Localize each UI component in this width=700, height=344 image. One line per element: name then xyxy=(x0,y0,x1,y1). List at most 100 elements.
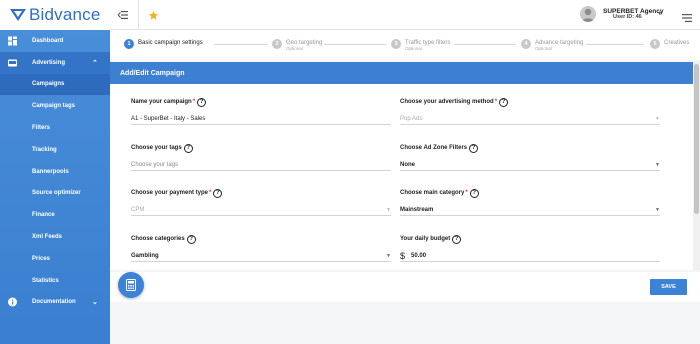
brand-logo[interactable]: Bidvance xyxy=(0,0,110,30)
field-label: Name your campaign xyxy=(131,99,192,105)
help-icon[interactable]: ? xyxy=(186,234,196,244)
step-connector xyxy=(586,44,644,45)
save-button[interactable]: SAVE xyxy=(650,279,687,295)
sidebar-item-label: Campaign tags xyxy=(32,103,76,110)
sidebar-item-prices[interactable]: Prices xyxy=(0,248,110,270)
step-label: Advance targeting xyxy=(535,39,584,46)
help-icon[interactable]: ? xyxy=(213,188,223,198)
favorites-button[interactable] xyxy=(142,4,164,26)
campaign-name-field: Name your campaign *? A1 - SuperBet - Ita… xyxy=(131,97,391,125)
sidebar-item-source-optimizer[interactable]: Source optimizer xyxy=(0,183,110,205)
field-label: Choose main category xyxy=(400,190,465,196)
tags-field: Choose your tags? Choose your tags xyxy=(131,143,391,171)
info-icon xyxy=(8,297,17,307)
sidebar-item-finance[interactable]: Finance xyxy=(0,204,110,226)
caret-down-icon: ▼ xyxy=(655,116,660,122)
daily-budget-field: Your daily budget? $50.00 xyxy=(400,234,660,262)
sidebar-item-tracking[interactable]: Tracking xyxy=(0,139,110,161)
user-avatar-icon xyxy=(582,8,594,22)
panel-title: Add/Edit Campaign xyxy=(110,62,693,84)
help-icon[interactable]: ? xyxy=(452,234,462,244)
help-icon[interactable]: ? xyxy=(469,143,479,153)
sidebar: Bidvance Dashboard Advertising ⌃ Campaig… xyxy=(0,0,110,344)
form-footer xyxy=(110,272,700,302)
dashboard-icon xyxy=(8,36,17,46)
campaign-form-panel: Add/Edit Campaign Name your campaign *? A… xyxy=(110,62,693,270)
step-creatives[interactable]: 5 Creatives xyxy=(650,39,689,49)
calculator-button[interactable] xyxy=(118,272,144,298)
field-value: None xyxy=(400,162,415,168)
sidebar-item-bannerpools[interactable]: Bannerpools xyxy=(0,161,110,183)
sidebar-item-label: Tracking xyxy=(32,146,57,153)
caret-down-icon: ▼ xyxy=(655,207,660,213)
field-value: Pop Ads xyxy=(400,116,423,122)
user-id: User ID: 46 xyxy=(613,14,642,20)
main-category-field: Choose main category *? Mainstream ▼ xyxy=(400,188,660,216)
step-geo-targeting[interactable]: 2 Geo targeting Optional xyxy=(272,39,322,51)
daily-budget-input[interactable]: $50.00 xyxy=(400,251,660,262)
step-connector xyxy=(214,44,268,45)
sidebar-item-label: Xml Feeds xyxy=(32,234,63,241)
caret-down-icon: ▼ xyxy=(655,162,660,168)
sidebar-item-label: Advertising xyxy=(32,59,66,66)
payment-type-select[interactable]: CPM ▼ xyxy=(131,205,391,216)
categories-select[interactable]: Gambling ▼ xyxy=(131,251,391,262)
required-marker: * xyxy=(494,99,498,105)
sidebar-item-dashboard[interactable]: Dashboard xyxy=(0,30,110,52)
calculator-icon xyxy=(126,279,136,291)
chevron-up-icon: ⌃ xyxy=(92,59,98,67)
step-label: Traffic type filters xyxy=(405,39,451,46)
ad-zone-filters-select[interactable]: None ▼ xyxy=(400,160,660,171)
step-label: Geo targeting xyxy=(286,39,323,46)
sidebar-item-statistics[interactable]: Statistics xyxy=(0,270,110,292)
bidvance-logo-icon xyxy=(10,9,26,21)
hamburger-icon xyxy=(682,14,692,22)
menu-button[interactable] xyxy=(682,9,692,27)
step-label: Creatives xyxy=(664,39,690,46)
step-connector xyxy=(324,44,386,45)
field-label: Choose categories xyxy=(131,236,185,242)
sidebar-item-documentation[interactable]: Documentation ⌄ xyxy=(0,292,110,314)
brand-name: Bidvance xyxy=(29,5,101,24)
step-sublabel: Optional xyxy=(286,45,303,51)
sidebar-nav: Dashboard Advertising ⌃ Campaigns Campai… xyxy=(0,30,110,313)
step-number: 4 xyxy=(521,39,531,49)
caret-down-icon: ▼ xyxy=(386,207,391,213)
help-icon[interactable]: ? xyxy=(499,97,509,107)
sidebar-item-label: Dashboard xyxy=(32,37,64,44)
help-icon[interactable]: ? xyxy=(183,143,193,153)
step-traffic-type-filters[interactable]: 3 Traffic type filters Optional xyxy=(391,39,450,51)
step-sublabel: Optional xyxy=(405,45,422,51)
sidebar-item-label: Campaigns xyxy=(32,81,65,88)
campaign-name-input[interactable]: A1 - SuperBet - Italy - Sales xyxy=(131,114,391,125)
help-icon[interactable]: ? xyxy=(469,188,479,198)
collapse-sidebar-button[interactable] xyxy=(112,4,134,26)
form-scrollbar[interactable] xyxy=(693,62,700,270)
field-placeholder: Choose your tags xyxy=(131,162,179,168)
step-number: 2 xyxy=(272,39,282,49)
avatar[interactable] xyxy=(580,6,596,22)
step-number: 5 xyxy=(650,39,660,49)
field-label: Choose your payment type xyxy=(131,190,209,196)
sidebar-item-filters[interactable]: Filters xyxy=(0,117,110,139)
sidebar-item-xml-feeds[interactable]: Xml Feeds xyxy=(0,226,110,248)
caret-down-icon[interactable]: ▾ xyxy=(658,10,661,17)
sidebar-item-campaign-tags[interactable]: Campaign tags xyxy=(0,95,110,117)
sidebar-item-campaigns[interactable]: Campaigns xyxy=(0,73,110,96)
field-label: Your daily budget xyxy=(400,236,451,242)
tags-input[interactable]: Choose your tags xyxy=(131,160,391,171)
field-value: 50.00 xyxy=(411,253,427,259)
field-label: Choose your tags xyxy=(131,145,182,151)
step-advance-targeting[interactable]: 4 Advance targeting Optional xyxy=(521,39,583,51)
help-icon[interactable]: ? xyxy=(197,97,207,107)
step-basic-settings[interactable]: 1 Basic campaign settings xyxy=(124,39,203,49)
field-value: CPM xyxy=(131,207,145,213)
sidebar-item-advertising[interactable]: Advertising ⌃ xyxy=(0,51,110,74)
sidebar-item-label: Filters xyxy=(32,125,51,132)
payment-type-field: Choose your payment type *? CPM ▼ xyxy=(131,188,391,216)
main-category-select[interactable]: Mainstream ▼ xyxy=(400,205,660,216)
chevron-down-icon: ⌄ xyxy=(92,299,98,307)
advertising-method-select[interactable]: Pop Ads ▼ xyxy=(400,114,660,125)
scrollbar-thumb[interactable] xyxy=(694,64,699,214)
required-marker: * xyxy=(192,99,196,105)
